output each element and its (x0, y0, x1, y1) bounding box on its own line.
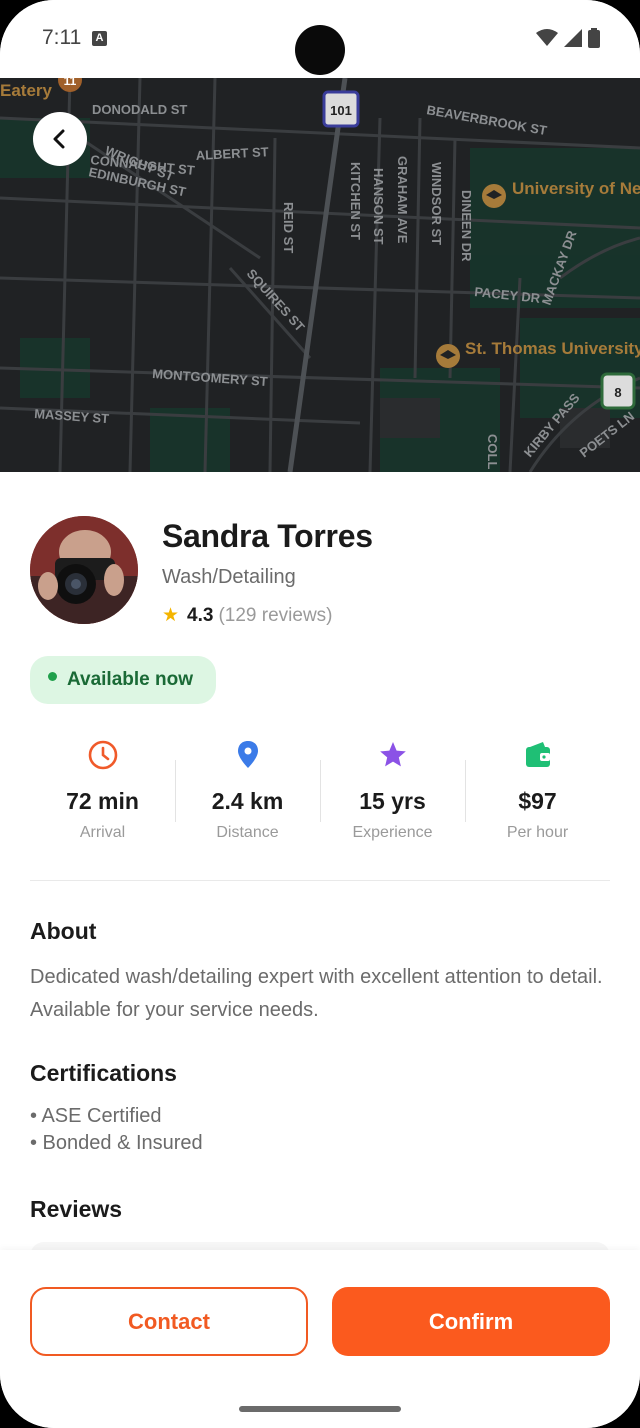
section-divider (30, 880, 610, 881)
chevron-left-icon (53, 129, 65, 149)
about-text: Dedicated wash/detailing expert with exc… (30, 966, 603, 1021)
stat-distance: 2.4 km Distance (175, 728, 320, 858)
route-shield-8: 8 (600, 372, 636, 410)
status-icons (536, 28, 600, 48)
rating-row: ★ 4.3 (129 reviews) (162, 604, 333, 627)
about-title: About (30, 918, 97, 944)
availability-badge: Available now (30, 656, 216, 704)
battery-icon (588, 28, 600, 48)
avatar-photo (30, 516, 138, 624)
street-label: GRAHAM AVE (395, 156, 410, 244)
stats-row: 72 min Arrival 2.4 km Distance 15 yrs Ex… (30, 728, 610, 858)
wifi-icon (536, 29, 558, 46)
home-indicator[interactable] (239, 1406, 401, 1412)
provider-name: Sandra Torres (162, 518, 373, 554)
stat-rate: $97 Per hour (465, 728, 610, 858)
stat-label: Experience (352, 824, 433, 841)
status-bar: 7:11 A (0, 0, 640, 78)
status-time: 7:11 (42, 26, 82, 49)
map-graphic: DONODALD ST CONNAUGHT ST ALBERT ST WRIGH… (0, 78, 640, 472)
reviews-count: (129 reviews) (218, 604, 333, 626)
phone-screen: 7:11 A DONODALD ST CONNAUGHT ST ALBERT S… (0, 0, 640, 1428)
street-label: WINDSOR ST (429, 162, 444, 245)
reviews-title: Reviews (30, 1196, 123, 1222)
stat-label: Arrival (79, 824, 126, 841)
street-label: DINEEN DR (459, 190, 474, 262)
stat-value: 2.4 km (211, 788, 284, 814)
route-shield-101: 101 (322, 90, 360, 128)
svg-text:8: 8 (614, 385, 621, 400)
stat-value: 72 min (66, 788, 139, 814)
certification-item: • ASE Certified (30, 1105, 162, 1127)
stat-experience: 15 yrs Experience (320, 728, 465, 858)
stat-arrival: 72 min Arrival (30, 728, 175, 858)
confirm-button[interactable]: Confirm (332, 1287, 610, 1356)
wallet-icon (525, 742, 550, 767)
university-icon (482, 184, 506, 208)
poi-label: Eatery (0, 81, 53, 100)
stat-label: Per hour (506, 824, 569, 841)
notification-icon: A (92, 31, 107, 46)
svg-text:101: 101 (330, 103, 352, 118)
poi-label: St. Thomas University (465, 339, 640, 358)
avatar (30, 516, 138, 624)
stat-value: 15 yrs (359, 788, 426, 814)
university-icon (436, 344, 460, 368)
provider-service: Wash/Detailing (162, 566, 296, 588)
stat-value: $97 (518, 788, 557, 814)
street-label: COLL (485, 434, 500, 469)
location-pin-icon (237, 741, 258, 768)
signal-icon (564, 29, 582, 47)
street-label: HANSON ST (371, 168, 386, 245)
map-view[interactable]: DONODALD ST CONNAUGHT ST ALBERT ST WRIGH… (0, 78, 640, 472)
status-dot (48, 671, 57, 681)
star-icon (379, 742, 406, 767)
rating-value: 4.3 (187, 604, 214, 626)
street-label: KITCHEN ST (348, 162, 363, 240)
back-button[interactable] (33, 112, 87, 166)
poi-label: University of New Brunswick (512, 179, 640, 198)
contact-button[interactable]: Contact (30, 1287, 308, 1356)
street-label: DONODALD ST (92, 102, 187, 117)
clock-icon (88, 740, 117, 770)
svg-text:11: 11 (64, 78, 77, 88)
camera-cutout (295, 25, 345, 75)
certification-item: • Bonded & Insured (30, 1132, 203, 1154)
stat-label: Distance (216, 824, 279, 841)
street-label: REID ST (281, 202, 296, 253)
certifications-title: Certifications (30, 1060, 177, 1086)
star-icon: ★ (162, 605, 180, 626)
availability-text: Available now (67, 669, 193, 690)
